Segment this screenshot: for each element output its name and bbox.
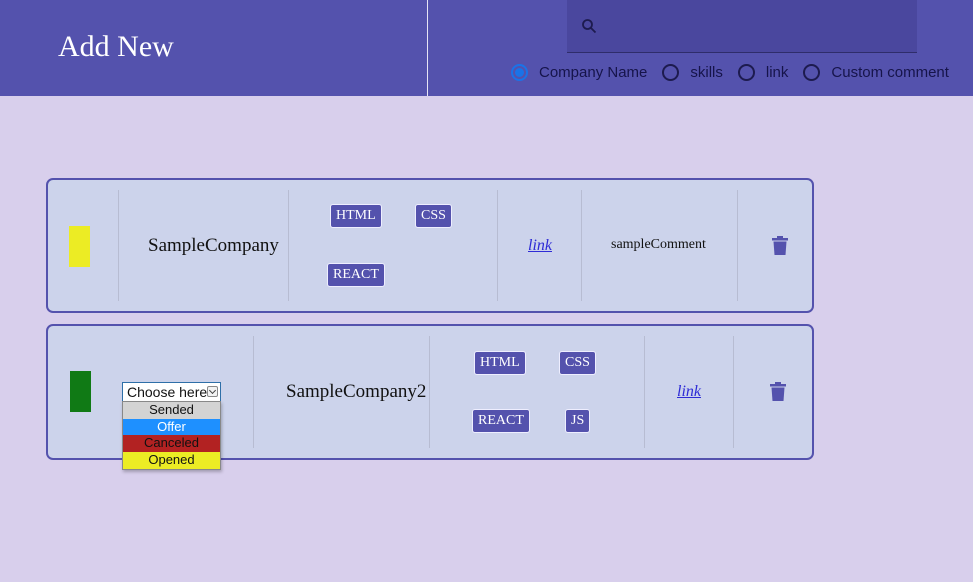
divider	[429, 336, 430, 448]
divider	[288, 190, 289, 301]
status-option-sended[interactable]: Sended	[123, 402, 220, 419]
radio-custom-comment[interactable]: Custom comment	[803, 63, 949, 81]
skill-tag: REACT	[472, 409, 530, 433]
radio-button[interactable]	[662, 63, 680, 81]
status-option-opened[interactable]: Opened	[123, 452, 220, 469]
divider	[581, 190, 582, 301]
radio-company-name[interactable]: Company Name	[511, 63, 648, 81]
search-input[interactable]	[607, 0, 907, 52]
status-dropdown: Sended Offer Canceled Opened	[122, 401, 221, 470]
divider	[737, 190, 738, 301]
radio-link[interactable]: link	[737, 63, 789, 81]
trash-icon[interactable]	[772, 236, 788, 255]
search-icon	[582, 19, 597, 34]
radio-button[interactable]	[737, 63, 755, 81]
divider	[253, 336, 254, 448]
trash-icon[interactable]	[770, 382, 786, 401]
status-swatch	[69, 226, 90, 267]
chevron-down-icon[interactable]	[207, 386, 218, 397]
status-option-canceled[interactable]: Canceled	[123, 435, 220, 453]
skill-tag: HTML	[474, 351, 526, 375]
radio-button-checked[interactable]	[511, 63, 528, 81]
company-name: SampleCompany	[148, 235, 279, 256]
status-select[interactable]: Choose here	[122, 382, 221, 402]
company-link[interactable]: link	[528, 237, 552, 255]
skill-tag: CSS	[415, 204, 452, 228]
skill-tag: JS	[565, 409, 591, 433]
divider	[733, 336, 734, 448]
radio-label: skills	[690, 63, 723, 81]
skill-tag: HTML	[330, 204, 382, 228]
skill-tag: REACT	[327, 263, 385, 287]
divider	[497, 190, 498, 301]
search-box[interactable]	[567, 0, 917, 53]
radio-button[interactable]	[803, 63, 821, 81]
header: Add New Company Name skills link Custom …	[0, 0, 973, 96]
search-filter-radio-group: Company Name skills link Custom comment	[511, 62, 949, 82]
divider	[118, 190, 119, 301]
comment-text: sampleComment	[611, 237, 706, 252]
status-select-value: Choose here	[127, 384, 208, 400]
header-divider	[427, 0, 428, 96]
add-new-button[interactable]: Add New	[58, 30, 174, 64]
radio-label: Custom comment	[831, 63, 949, 81]
status-option-offer[interactable]: Offer	[123, 418, 220, 436]
radio-label: Company Name	[539, 63, 648, 81]
divider	[644, 336, 645, 448]
skill-tag: CSS	[559, 351, 596, 375]
company-link[interactable]: link	[677, 383, 701, 401]
radio-skills[interactable]: skills	[662, 63, 723, 81]
radio-label: link	[765, 63, 789, 81]
status-swatch	[70, 371, 91, 412]
company-name: SampleCompany2	[286, 381, 427, 402]
company-card: SampleCompany HTML CSS REACT link sample…	[46, 178, 814, 313]
